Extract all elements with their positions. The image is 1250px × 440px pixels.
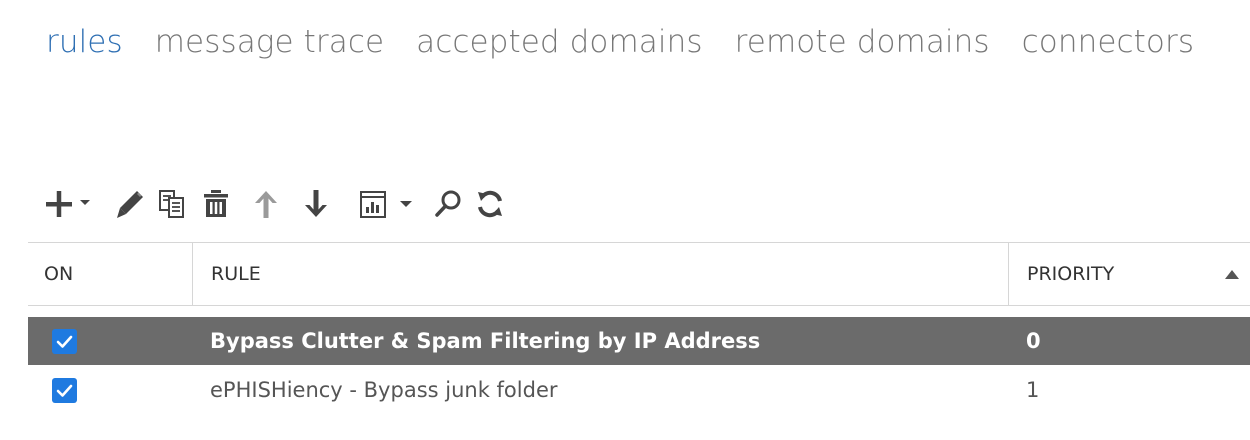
column-header-priority[interactable]: PRIORITY — [1008, 243, 1250, 305]
search-icon — [435, 190, 461, 217]
rules-grid: ON RULE PRIORITY Bypass Clutter & Spam F… — [28, 242, 1250, 403]
sort-ascending-icon — [1225, 270, 1239, 279]
toolbar — [36, 184, 508, 224]
move-up-icon — [255, 191, 277, 218]
column-header-rule[interactable]: RULE — [192, 243, 1008, 305]
priority-cell: 1 — [1026, 378, 1040, 402]
move-up-button[interactable] — [248, 184, 284, 224]
delete-icon — [204, 190, 228, 217]
tab-rules[interactable]: rules — [46, 24, 123, 60]
tab-accepted-domains[interactable]: accepted domains — [416, 24, 702, 60]
edit-icon — [117, 191, 143, 218]
refresh-button[interactable] — [472, 184, 508, 224]
copy-icon — [159, 190, 184, 218]
priority-cell: 0 — [1026, 329, 1041, 353]
search-button[interactable] — [430, 184, 466, 224]
rule-enabled-checkbox[interactable] — [52, 329, 77, 354]
refresh-icon — [478, 190, 502, 218]
report-icon — [360, 191, 386, 218]
edit-button[interactable] — [110, 184, 150, 224]
move-down-button[interactable] — [298, 184, 334, 224]
grid-header: ON RULE PRIORITY — [28, 242, 1250, 306]
tab-remote-domains[interactable]: remote domains — [735, 24, 990, 60]
table-row[interactable]: ePHISHiency - Bypass junk folder 1 — [28, 366, 1250, 414]
move-down-icon — [305, 190, 327, 217]
new-rule-button[interactable] — [36, 184, 96, 224]
checkmark-icon — [56, 335, 73, 348]
rule-enabled-checkbox[interactable] — [52, 378, 77, 403]
dropdown-arrow-icon — [79, 200, 90, 205]
table-row[interactable]: Bypass Clutter & Spam Filtering by IP Ad… — [28, 317, 1250, 365]
tab-connectors[interactable]: connectors — [1022, 24, 1194, 60]
delete-button[interactable] — [198, 184, 234, 224]
rule-name-cell: Bypass Clutter & Spam Filtering by IP Ad… — [210, 329, 761, 353]
checkmark-icon — [56, 384, 73, 397]
tab-message-trace[interactable]: message trace — [155, 24, 384, 60]
top-nav-tabs: rules message trace accepted domains rem… — [46, 24, 1194, 60]
copy-button[interactable] — [154, 184, 190, 224]
column-header-on[interactable]: ON — [28, 243, 192, 305]
dropdown-arrow-icon — [400, 201, 412, 207]
rule-name-cell: ePHISHiency - Bypass junk folder — [210, 378, 558, 402]
report-button[interactable] — [354, 184, 418, 224]
add-icon — [45, 191, 72, 217]
column-header-priority-label: PRIORITY — [1027, 263, 1115, 285]
